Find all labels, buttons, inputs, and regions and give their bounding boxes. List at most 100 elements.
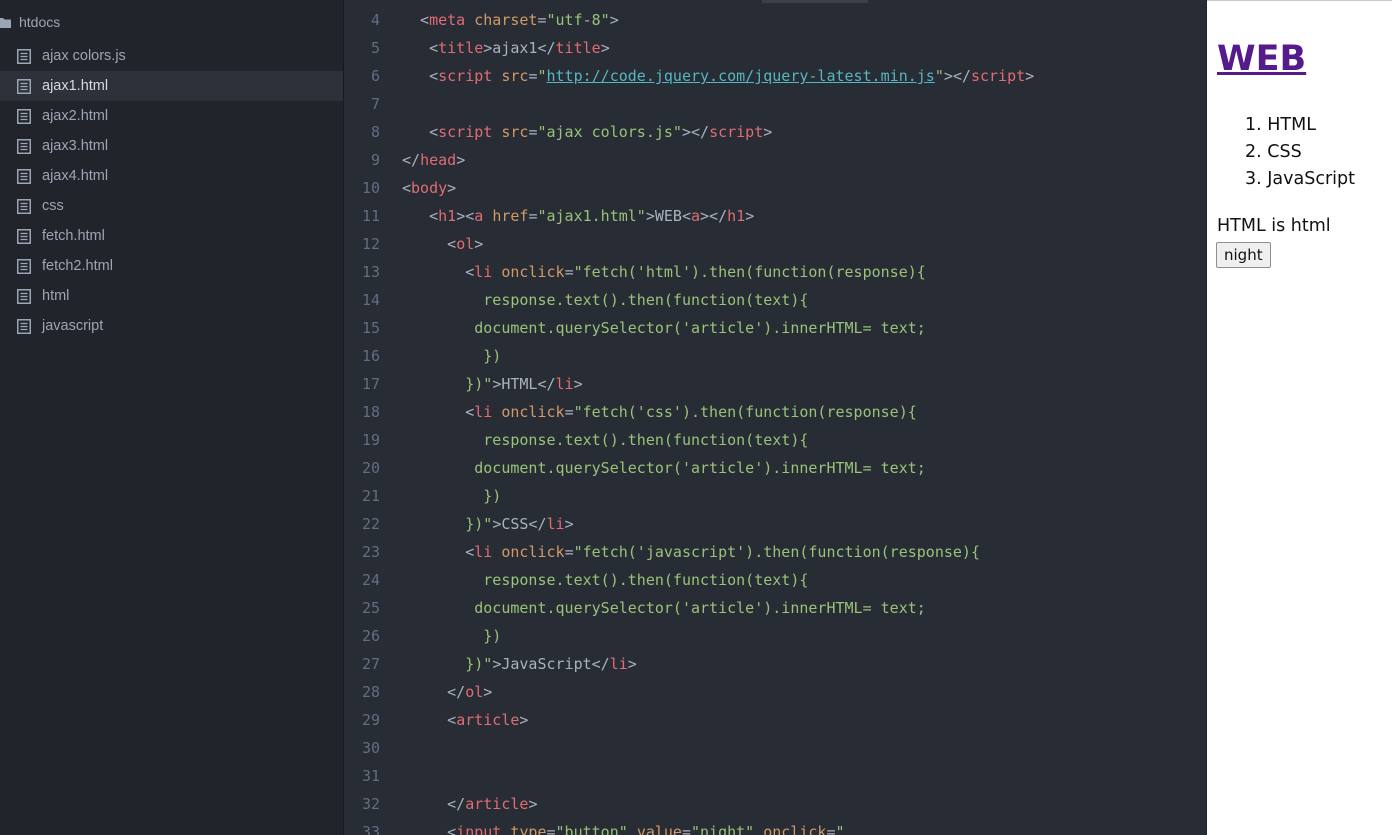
folder-icon [0, 17, 11, 28]
code-token: document.querySelector('article').innerH… [402, 459, 926, 477]
tree-item-label: ajax colors.js [42, 48, 126, 64]
code-line: response.text().then(function(text){ [402, 426, 1206, 454]
code-token: > [1025, 67, 1035, 85]
code-line: </article> [402, 790, 1206, 818]
preview-list-item[interactable]: 3. JavaScript [1245, 166, 1355, 193]
file-icon [17, 288, 31, 304]
tree-root-folder[interactable]: htdocs [0, 8, 343, 36]
line-number: 27 [361, 655, 380, 673]
code-token: script [438, 123, 493, 141]
line-number: 25 [361, 599, 380, 617]
night-button[interactable]: night [1216, 242, 1271, 268]
code-line: response.text().then(function(text){ [402, 566, 1206, 594]
tree-item[interactable]: html [0, 281, 343, 311]
code-token: src [501, 123, 529, 141]
code-token: </ [402, 795, 466, 813]
line-number: 16 [361, 347, 380, 365]
tree-item[interactable]: javascript [0, 311, 343, 341]
code-editor[interactable]: 4 5 6 7 8 9 10 11 12 13 14 15 16 17 18 19 20 21 22 23 24 25 26… [344, 0, 1206, 835]
code-line: <input type="button" value="night" oncli… [402, 818, 1206, 835]
code-line: <title>ajax1</title> [402, 34, 1206, 62]
code-token: < [402, 123, 439, 141]
code-token: href [492, 207, 529, 225]
code-token: h1 [438, 207, 457, 225]
code-token: >HTML</ [492, 375, 556, 393]
code-token: > [600, 39, 610, 57]
code-token: >WEB< [645, 207, 691, 225]
line-number: 18 [361, 403, 380, 421]
tree-item[interactable]: ajax colors.js [0, 41, 343, 71]
code-token: })" [402, 655, 493, 673]
code-line: <script src="ajax colors.js"></script> [402, 118, 1206, 146]
tree-item[interactable]: fetch.html [0, 221, 343, 251]
tree-item[interactable]: ajax2.html [0, 101, 343, 131]
tree-item-label: fetch2.html [42, 258, 113, 274]
line-number-gutter: 4 5 6 7 8 9 10 11 12 13 14 15 16 17 18 19 20 21 22 23 24 25 26… [344, 6, 380, 835]
code-token: > [763, 123, 773, 141]
line-number: 26 [361, 627, 380, 645]
tree-item[interactable]: css [0, 191, 343, 221]
tree-root-label: htdocs [19, 14, 61, 30]
line-number: 24 [361, 571, 380, 589]
tree-item[interactable]: ajax4.html [0, 161, 343, 191]
code-token: "utf-8" [546, 11, 610, 29]
line-number: 15 [361, 319, 380, 337]
code-token: }) [402, 347, 502, 365]
code-token: onclick [763, 823, 827, 835]
code-token: > [573, 375, 583, 393]
code-token: = [537, 11, 547, 29]
code-token: li [609, 655, 628, 673]
preview-heading: WEB [1217, 37, 1306, 81]
preview-list-item[interactable]: 1. HTML [1245, 112, 1355, 139]
line-number: 13 [361, 263, 380, 281]
code-token: " [537, 67, 547, 85]
code-token: > [745, 207, 755, 225]
code-token: < [402, 67, 439, 85]
line-number: 29 [361, 711, 380, 729]
code-token: = [564, 263, 574, 281]
code-token: >ajax1</ [483, 39, 556, 57]
browser-preview: WEB 1. HTML 2. CSS 3. JavaScript HTML is h… [1207, 0, 1392, 835]
code-token: type [510, 823, 547, 835]
code-token: < [402, 711, 457, 729]
code-token: document.querySelector('article').innerH… [402, 319, 926, 337]
preview-article: HTML is html [1217, 216, 1331, 236]
code-token: = [564, 403, 574, 421]
code-token: }) [402, 627, 502, 645]
code-token: title [438, 39, 484, 57]
preview-heading-link[interactable]: WEB [1217, 39, 1306, 79]
code-line: <li onclick="fetch('css').then(function(… [402, 398, 1206, 426]
code-token: script [970, 67, 1026, 85]
code-line: <script src="http://code.jquery.com/jque… [402, 62, 1206, 90]
tree-item[interactable]: ajax1.html [0, 71, 343, 101]
code-token[interactable]: http://code.jquery.com/jquery-latest.min… [547, 67, 935, 85]
line-number: 12 [361, 235, 380, 253]
file-icon [17, 258, 31, 274]
code-token: "button" [555, 823, 628, 835]
line-number: 28 [361, 683, 380, 701]
tree-view: htdocs ajax colors.js ajax1.html ajax2.htm… [0, 0, 344, 835]
preview-list-item[interactable]: 2. CSS [1245, 139, 1355, 166]
code-token: ></ [681, 123, 710, 141]
tree-item[interactable]: fetch2.html [0, 251, 343, 281]
line-number: 33 [361, 823, 380, 835]
code-token: })" [402, 375, 493, 393]
code-token: src [501, 67, 529, 85]
code-token: < [402, 11, 430, 29]
line-number: 9 [370, 151, 380, 169]
code-token: >JavaScript</ [492, 655, 610, 673]
line-number: 14 [361, 291, 380, 309]
tree-item-label: ajax3.html [42, 138, 109, 154]
tree-item-label: ajax2.html [42, 108, 109, 124]
code-token: = [564, 543, 574, 561]
code-area[interactable]: <meta charset="utf-8"> <title>ajax1</tit… [402, 6, 1206, 835]
tree-item[interactable]: ajax3.html [0, 131, 343, 161]
tree-item-label: css [42, 198, 64, 214]
code-token: "fetch('javascript').then(function(respo… [573, 543, 980, 561]
code-token: < [402, 39, 439, 57]
